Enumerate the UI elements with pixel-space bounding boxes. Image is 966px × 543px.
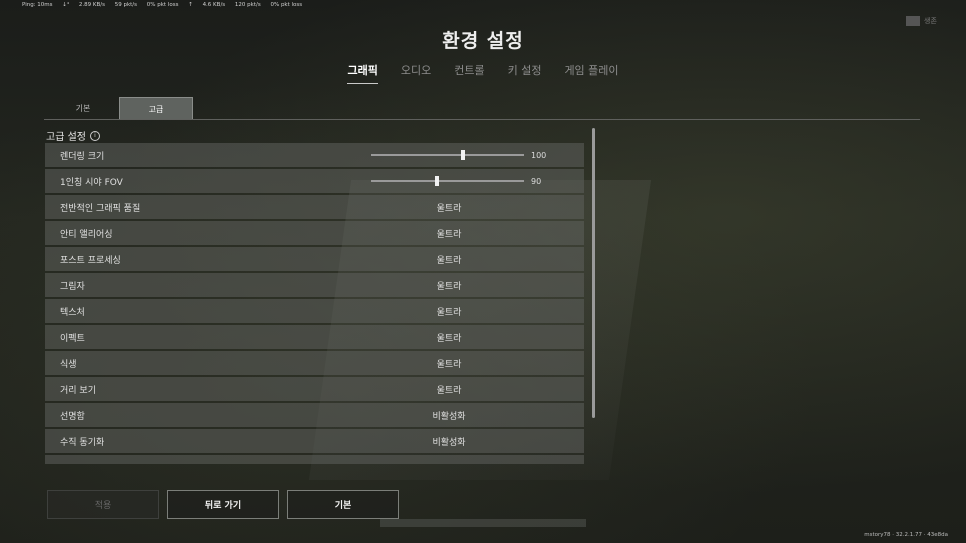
divider — [44, 119, 920, 120]
download-loss: 0% pkt loss — [146, 2, 179, 8]
setting-value[interactable]: 울트라 — [365, 279, 533, 292]
mode-label: 생존 — [924, 16, 937, 25]
setting-row[interactable]: 전반적인 그래픽 품질 울트라 — [45, 195, 584, 219]
setting-row-render-scale: 렌더링 크기 100 — [45, 143, 584, 167]
download-icon: ↓⁴ — [62, 2, 70, 8]
mode-icon — [906, 15, 920, 26]
setting-row[interactable]: 텍스처 울트라 — [45, 299, 584, 323]
main-tabs: 그래픽 오디오 컨트롤 키 설정 게임 플레이 — [0, 62, 966, 84]
upload-icon: ↑ — [188, 2, 193, 8]
setting-value[interactable]: 비활성화 — [365, 435, 533, 448]
setting-value[interactable]: 울트라 — [365, 227, 533, 240]
section-title: 고급 설정 — [46, 132, 86, 143]
setting-value[interactable]: 울트라 — [365, 383, 533, 396]
setting-value[interactable]: 울트라 — [365, 253, 533, 266]
version-text: mstory78 · 32.2.1.77 · 43e8da — [864, 532, 948, 538]
setting-label: 포스트 프로세싱 — [60, 255, 121, 266]
setting-row-partial — [45, 455, 584, 464]
setting-row[interactable]: 식생 울트라 — [45, 351, 584, 375]
setting-row[interactable]: 그림자 울트라 — [45, 273, 584, 297]
section-header: 고급 설정 i — [46, 128, 100, 143]
setting-label: 수직 동기화 — [60, 437, 105, 448]
slider-handle[interactable] — [434, 176, 439, 186]
bottom-buttons: 적용 뒤로 가기 기본 — [47, 490, 399, 519]
upload-loss: 0% pkt loss — [270, 2, 303, 8]
scrollbar[interactable] — [592, 128, 595, 418]
setting-row[interactable]: 거리 보기 울트라 — [45, 377, 584, 401]
subtab-advanced[interactable]: 고급 — [119, 97, 193, 120]
setting-value[interactable]: 비활성화 — [365, 409, 533, 422]
tab-graphics[interactable]: 그래픽 — [347, 62, 378, 84]
network-stats: Ping: 10ms ↓⁴ 2.89 KB/s 59 pkt/s 0% pkt … — [22, 2, 310, 8]
tab-gameplay[interactable]: 게임 플레이 — [564, 62, 618, 84]
setting-row[interactable]: 이펙트 울트라 — [45, 325, 584, 349]
setting-label: 안티 앨리어싱 — [60, 229, 113, 240]
setting-row-fov: 1인칭 시야 FOV 90 — [45, 169, 584, 193]
info-icon[interactable]: i — [89, 130, 100, 141]
setting-label: 텍스처 — [60, 307, 85, 318]
slider-handle[interactable] — [460, 150, 465, 160]
slider-value: 100 — [531, 150, 547, 160]
sub-tabs: 기본 고급 — [47, 97, 193, 120]
setting-row[interactable]: 수직 동기화 비활성화 — [45, 429, 584, 453]
setting-label: 식생 — [60, 359, 77, 370]
render-scale-slider[interactable] — [371, 150, 524, 160]
setting-row[interactable]: 선명함 비활성화 — [45, 403, 584, 427]
apply-button[interactable]: 적용 — [47, 490, 159, 519]
settings-list: 렌더링 크기 100 1인칭 시야 FOV 90 전반적인 그래픽 품질 울트라… — [45, 143, 584, 464]
setting-row[interactable]: 안티 앨리어싱 울트라 — [45, 221, 584, 245]
upload-rate: 4.6 KB/s — [202, 2, 226, 8]
setting-label: 거리 보기 — [60, 385, 96, 396]
setting-label: 1인칭 시야 FOV — [60, 177, 123, 188]
setting-label: 선명함 — [60, 411, 85, 422]
setting-label: 그림자 — [60, 281, 85, 292]
download-rate: 2.89 KB/s — [78, 2, 105, 8]
slider-value: 90 — [531, 176, 542, 186]
footer-bar — [380, 519, 586, 527]
setting-value[interactable]: 울트라 — [365, 201, 533, 214]
page-title: 환경 설정 — [442, 30, 524, 52]
setting-label: 이펙트 — [60, 333, 85, 344]
tab-keybindings[interactable]: 키 설정 — [508, 62, 542, 84]
setting-label: 렌더링 크기 — [60, 151, 105, 162]
ping-text: Ping: 10ms — [22, 2, 53, 8]
upload-packets: 120 pkt/s — [234, 2, 261, 8]
setting-row[interactable]: 포스트 프로세싱 울트라 — [45, 247, 584, 271]
download-packets: 59 pkt/s — [114, 2, 138, 8]
tab-audio[interactable]: 오디오 — [401, 62, 431, 84]
default-button[interactable]: 기본 — [287, 490, 399, 519]
back-button[interactable]: 뒤로 가기 — [167, 490, 279, 519]
setting-value[interactable]: 울트라 — [365, 305, 533, 318]
setting-value[interactable]: 울트라 — [365, 357, 533, 370]
fov-slider[interactable] — [371, 176, 524, 186]
subtab-basic[interactable]: 기본 — [47, 97, 119, 119]
setting-value[interactable]: 울트라 — [365, 331, 533, 344]
tab-controls[interactable]: 컨트롤 — [454, 62, 484, 84]
setting-label: 전반적인 그래픽 품질 — [60, 203, 141, 214]
